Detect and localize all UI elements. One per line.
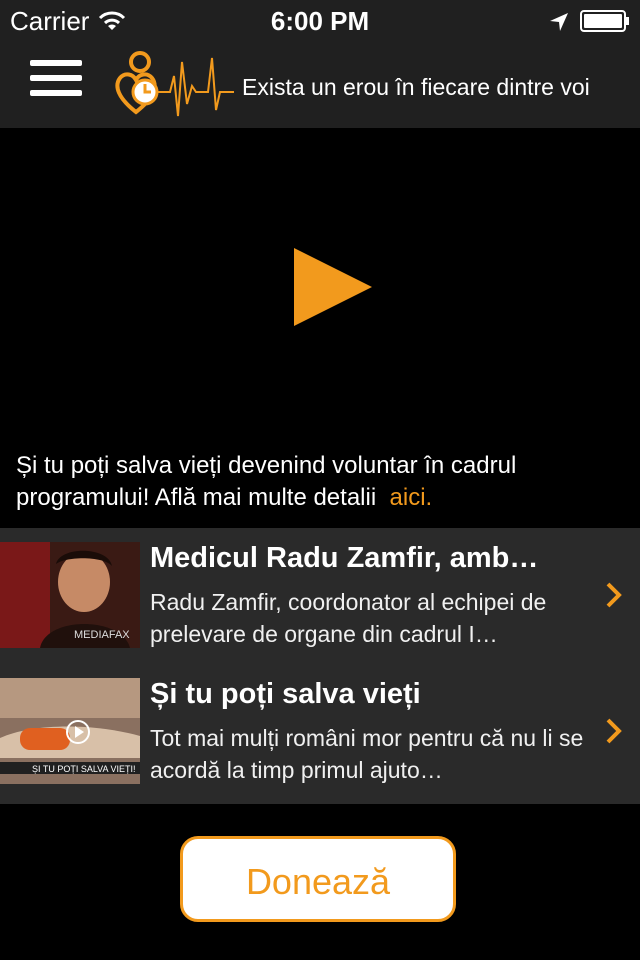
video-player[interactable] — [0, 128, 640, 446]
donate-button[interactable]: Donează — [180, 836, 456, 922]
article-title: Medicul Radu Zamfir, amb… — [150, 542, 539, 574]
chevron-right-icon[interactable] — [604, 716, 624, 751]
status-time: 6:00 PM — [270, 6, 370, 36]
battery-icon — [580, 8, 630, 32]
chevron-right-icon[interactable] — [604, 580, 624, 615]
heart-pulse-logo-icon — [112, 46, 236, 122]
location-arrow-icon — [548, 9, 570, 40]
status-bar: Carrier 6:00 PM — [0, 0, 640, 40]
promo-message: Și tu poți salva vieți devenind voluntar… — [16, 452, 517, 511]
app-tagline: Exista un erou în fiecare dintre voi — [242, 74, 590, 100]
article-title: Și tu poți salva vieți — [150, 678, 421, 710]
list-item[interactable]: MEDIAFAX Medicul Radu Zamfir, amb… Radu … — [0, 528, 640, 664]
thumbnail-caption: ȘI TU POȚI SALVA VIEȚI! — [32, 764, 136, 774]
play-icon[interactable] — [292, 246, 374, 333]
details-link[interactable]: aici. — [390, 484, 433, 511]
promo-text: Și tu poți salva vieți devenind voluntar… — [16, 450, 626, 514]
thumbnail-watermark: MEDIAFAX — [74, 629, 130, 641]
article-description: Radu Zamfir, coordonator al echipei de p… — [150, 589, 547, 647]
list-item[interactable]: ȘI TU POȚI SALVA VIEȚI! Și tu poți salva… — [0, 664, 640, 800]
article-thumbnail: ȘI TU POȚI SALVA VIEȚI! — [0, 678, 140, 784]
hamburger-menu-icon[interactable] — [30, 60, 82, 104]
article-description: Tot mai mulți români mor pentru că nu li… — [150, 725, 584, 783]
nav-bar: Exista un erou în fiecare dintre voi — [0, 40, 640, 128]
article-thumbnail: MEDIAFAX — [0, 542, 140, 648]
article-list: MEDIAFAX Medicul Radu Zamfir, amb… Radu … — [0, 528, 640, 804]
